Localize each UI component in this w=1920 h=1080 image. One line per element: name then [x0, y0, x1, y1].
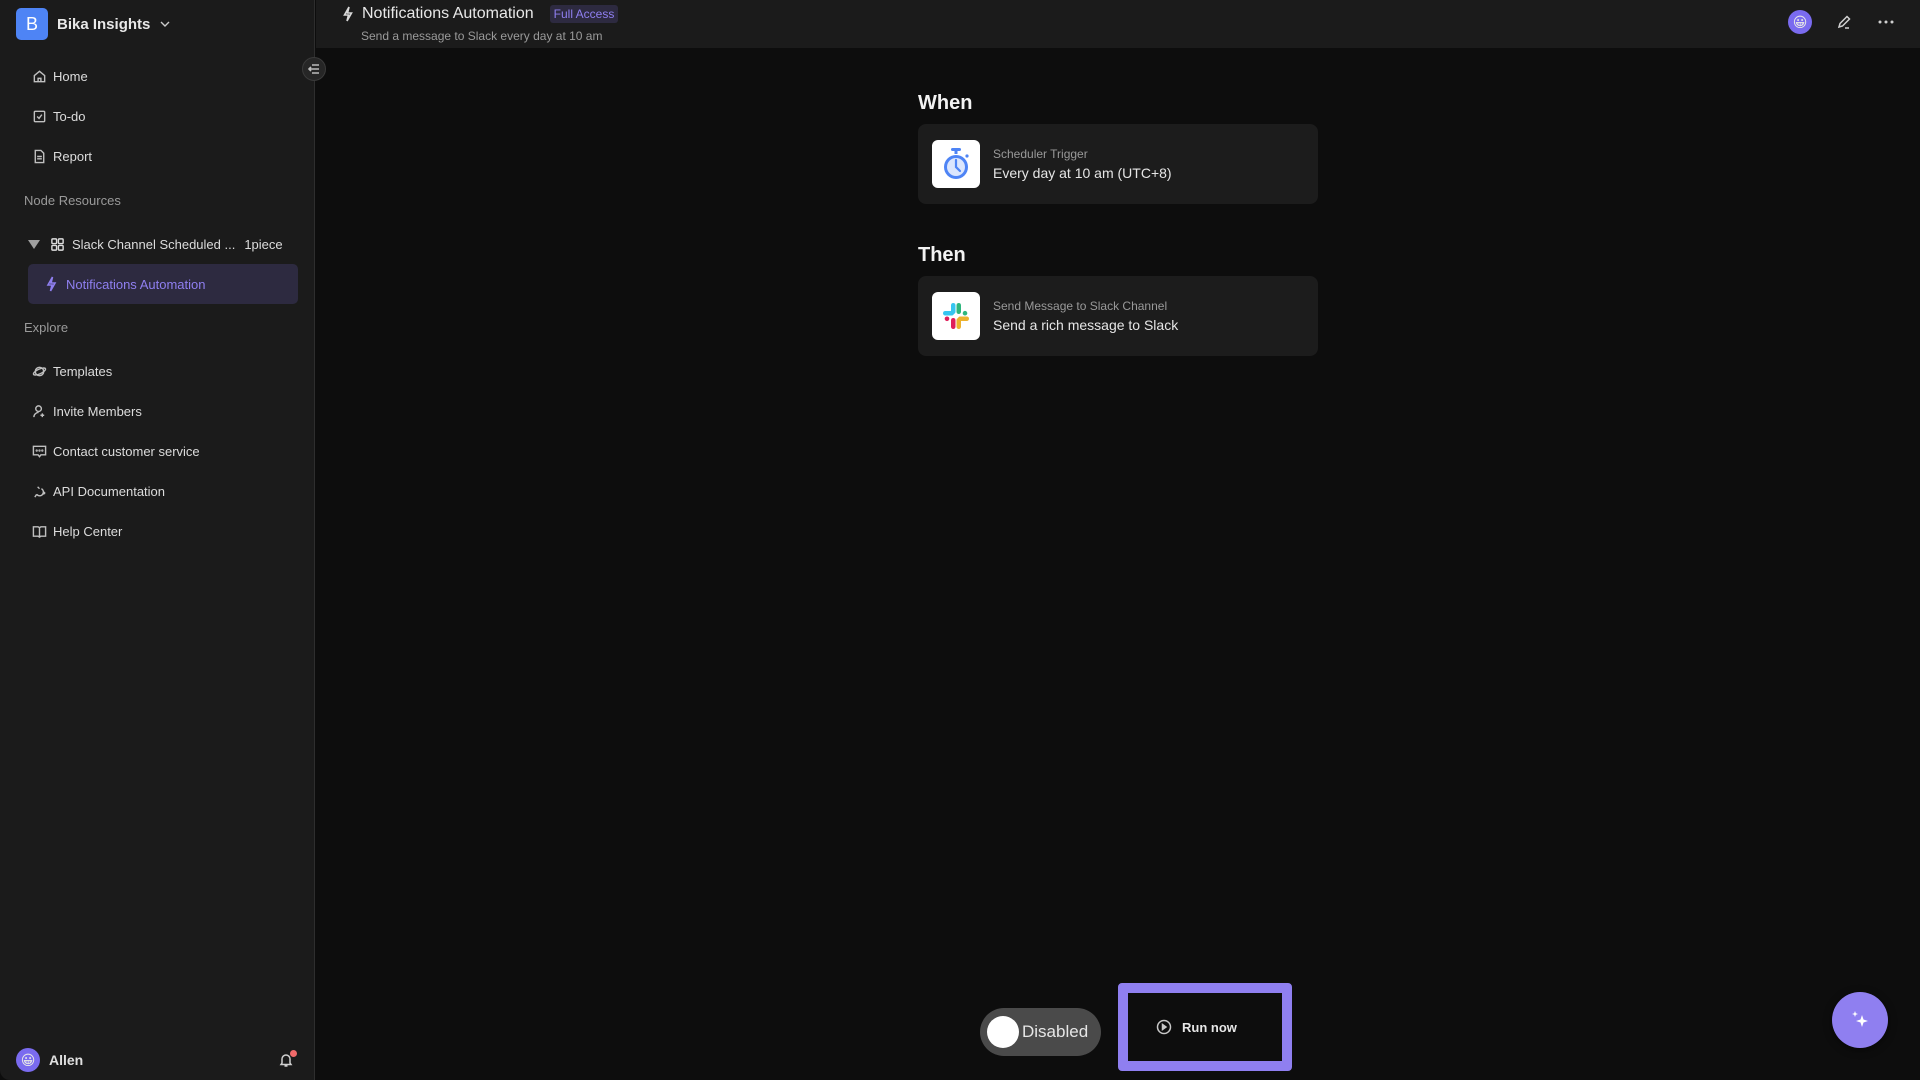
sidebar-item-templates[interactable]: Templates: [24, 355, 120, 387]
sidebar-item-label: Help Center: [53, 523, 123, 539]
unread-dot: [290, 1050, 297, 1057]
ai-assistant-button[interactable]: [1832, 992, 1888, 1048]
sidebar-item-contact-service[interactable]: Contact customer service: [24, 435, 208, 467]
folder-slack-channel-scheduled[interactable]: Slack Channel Scheduled ... 1piece: [26, 232, 296, 256]
sparkles-icon: [1852, 1011, 1868, 1027]
trigger-type: Scheduler Trigger: [993, 147, 1088, 161]
sidebar-item-label: Invite Members: [53, 403, 142, 419]
topbar-actions: 😀: [1788, 10, 1896, 34]
notifications-button[interactable]: [278, 1050, 297, 1070]
enable-toggle[interactable]: Disabled: [980, 1008, 1101, 1056]
toggle-label: Disabled: [1022, 1022, 1089, 1041]
checkbox-icon: [33, 110, 46, 122]
tree-item-notifications-automation[interactable]: Notifications Automation: [28, 264, 298, 304]
sidebar-item-label: Contact customer service: [53, 443, 200, 459]
grid-icon: [51, 237, 64, 251]
sidebar-item-label: Report: [53, 148, 93, 164]
api-icon: [34, 485, 46, 498]
triangle-down-icon[interactable]: [28, 239, 40, 249]
pencil-icon: [1837, 15, 1851, 29]
workspace-switcher[interactable]: B Bika Insights: [16, 8, 171, 40]
user-profile[interactable]: 😀 Allen: [16, 1048, 83, 1072]
more-options-button[interactable]: [1876, 12, 1896, 32]
collaborator-avatar[interactable]: 😀: [1788, 10, 1812, 34]
collapse-left-icon: [307, 64, 319, 74]
play-circle-icon: [1156, 1019, 1172, 1035]
trigger-description: Every day at 10 am (UTC+8): [993, 165, 1172, 181]
top-bar: Notifications Automation Full Access Sen…: [316, 0, 1920, 48]
sidebar-item-label: Home: [53, 68, 88, 84]
workspace-name: Bika Insights: [57, 15, 151, 33]
sidebar: B Bika Insights Home To-do Report Node R…: [0, 0, 315, 1080]
home-icon: [33, 69, 46, 82]
page-subtitle: Send a message to Slack every day at 10 …: [361, 29, 603, 43]
toggle-knob: [987, 1016, 1019, 1048]
action-type: Send Message to Slack Channel: [993, 299, 1168, 313]
page-title-row: Notifications Automation Full Access: [342, 5, 619, 23]
sidebar-item-todo[interactable]: To-do: [24, 100, 94, 132]
tree-item-label: Notifications Automation: [66, 276, 206, 292]
action-icon-box: [932, 292, 980, 340]
sidebar-item-label: To-do: [53, 108, 86, 124]
then-heading: Then: [918, 244, 966, 266]
collapse-sidebar-button[interactable]: [302, 57, 326, 81]
trigger-card[interactable]: Scheduler Trigger Every day at 10 am (UT…: [918, 124, 1318, 204]
action-card[interactable]: Send Message to Slack Channel Send a ric…: [918, 276, 1318, 356]
automation-editor: When Scheduler Trigger Every day at 10 a…: [918, 92, 1318, 356]
folder-label: Slack Channel Scheduled ...: [72, 236, 236, 252]
access-badge: Full Access: [549, 5, 619, 23]
avatar: 😀: [16, 1048, 40, 1072]
page-title: Notifications Automation: [362, 5, 534, 22]
sidebar-item-invite-members[interactable]: Invite Members: [24, 395, 150, 427]
user-plus-icon: [33, 404, 45, 417]
document-icon: [34, 149, 45, 163]
when-heading: When: [918, 92, 973, 114]
lightning-icon: [46, 276, 57, 292]
folder-count: 1piece: [244, 236, 283, 252]
sidebar-item-label: Templates: [53, 363, 113, 379]
chat-icon: [32, 445, 47, 458]
planet-icon: [32, 366, 47, 376]
slack-icon: [943, 303, 969, 329]
chevron-down-icon: [160, 21, 170, 27]
book-icon: [32, 525, 47, 538]
sidebar-item-api-docs[interactable]: API Documentation: [24, 475, 173, 507]
app-window: B Bika Insights Home To-do Report Node R…: [0, 0, 1920, 1080]
node-resources-heading: Node Resources: [24, 193, 121, 208]
action-text: Send Message to Slack Channel Send a ric…: [993, 299, 1178, 333]
sidebar-item-label: API Documentation: [53, 483, 166, 499]
workspace-logo: B: [16, 8, 48, 40]
action-description: Send a rich message to Slack: [993, 317, 1179, 333]
lightning-icon: [343, 6, 353, 22]
trigger-icon-box: [932, 140, 980, 188]
more-horizontal-icon: [1878, 20, 1894, 24]
stopwatch-icon: [944, 148, 969, 179]
explore-heading: Explore: [24, 320, 69, 335]
sidebar-item-home[interactable]: Home: [24, 60, 96, 92]
run-now-label: Run now: [1182, 1019, 1237, 1035]
sidebar-item-help-center[interactable]: Help Center: [24, 515, 130, 547]
user-name: Allen: [49, 1052, 84, 1068]
sidebar-item-report[interactable]: Report: [24, 140, 100, 172]
trigger-text: Scheduler Trigger Every day at 10 am (UT…: [993, 147, 1172, 181]
run-now-button[interactable]: Run now: [1118, 983, 1292, 1071]
edit-button[interactable]: [1834, 12, 1854, 32]
